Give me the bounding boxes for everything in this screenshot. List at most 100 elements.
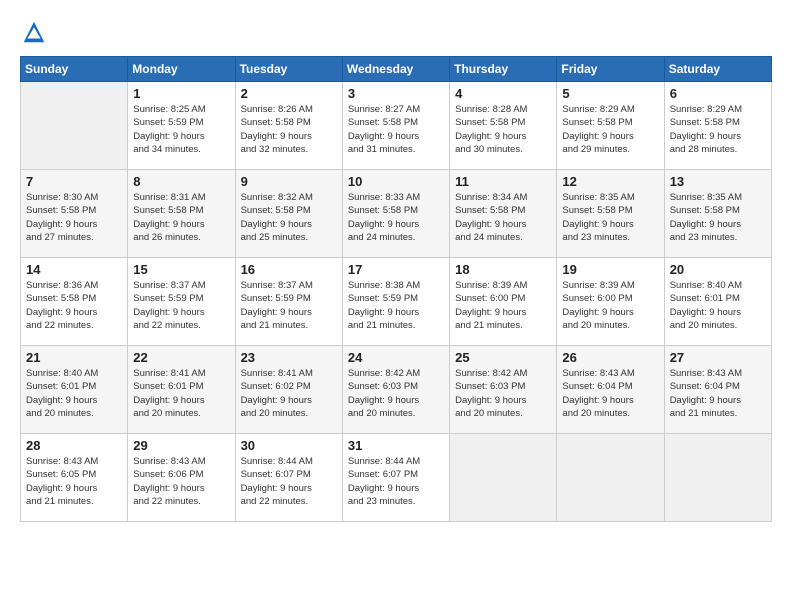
day-info: Sunrise: 8:43 AM Sunset: 6:05 PM Dayligh… [26, 455, 122, 508]
calendar-cell: 8 Sunrise: 8:31 AM Sunset: 5:58 PM Daylig… [128, 170, 235, 258]
day-number: 10 [348, 174, 444, 189]
day-number: 27 [670, 350, 766, 365]
calendar-cell: 31Sunrise: 8:44 AM Sunset: 6:07 PM Dayli… [342, 434, 449, 522]
day-number: 2 [241, 86, 337, 101]
calendar-cell: 7 Sunrise: 8:30 AM Sunset: 5:58 PM Daylig… [21, 170, 128, 258]
day-info: Sunrise: 8:43 AM Sunset: 6:06 PM Dayligh… [133, 455, 229, 508]
day-info: Sunrise: 8:27 AM Sunset: 5:58 PM Dayligh… [348, 103, 444, 156]
calendar-week-5: 28 Sunrise: 8:43 AM Sunset: 6:05 PM Dayli… [21, 434, 772, 522]
header [20, 18, 772, 46]
day-info: Sunrise: 8:25 AM Sunset: 5:59 PM Dayligh… [133, 103, 229, 156]
calendar-cell: 15 Sunrise: 8:37 AM Sunset: 5:59 PM Dayli… [128, 258, 235, 346]
calendar-cell [450, 434, 557, 522]
day-number: 15 [133, 262, 229, 277]
calendar-cell: 3 Sunrise: 8:27 AM Sunset: 5:58 PM Daylig… [342, 82, 449, 170]
weekday-header-thursday: Thursday [450, 57, 557, 82]
day-info: Sunrise: 8:37 AM Sunset: 5:59 PM Dayligh… [241, 279, 337, 332]
calendar-cell: 14Sunrise: 8:36 AM Sunset: 5:58 PM Dayli… [21, 258, 128, 346]
day-number: 5 [562, 86, 658, 101]
calendar-cell: 6 Sunrise: 8:29 AM Sunset: 5:58 PM Daylig… [664, 82, 771, 170]
day-info: Sunrise: 8:40 AM Sunset: 6:01 PM Dayligh… [26, 367, 122, 420]
day-number: 28 [26, 438, 122, 453]
calendar-cell: 26 Sunrise: 8:43 AM Sunset: 6:04 PM Dayli… [557, 346, 664, 434]
calendar-cell: 27 Sunrise: 8:43 AM Sunset: 6:04 PM Dayli… [664, 346, 771, 434]
day-number: 1 [133, 86, 229, 101]
day-info: Sunrise: 8:26 AM Sunset: 5:58 PM Dayligh… [241, 103, 337, 156]
weekday-header-saturday: Saturday [664, 57, 771, 82]
day-number: 26 [562, 350, 658, 365]
calendar-week-1: 1 Sunrise: 8:25 AM Sunset: 5:59 PM Daylig… [21, 82, 772, 170]
calendar-cell [557, 434, 664, 522]
day-info: Sunrise: 8:33 AM Sunset: 5:58 PM Dayligh… [348, 191, 444, 244]
calendar-cell: 17 Sunrise: 8:38 AM Sunset: 5:59 PM Dayli… [342, 258, 449, 346]
calendar-cell: 23Sunrise: 8:41 AM Sunset: 6:02 PM Dayli… [235, 346, 342, 434]
calendar-week-2: 7 Sunrise: 8:30 AM Sunset: 5:58 PM Daylig… [21, 170, 772, 258]
day-number: 30 [241, 438, 337, 453]
day-number: 17 [348, 262, 444, 277]
day-info: Sunrise: 8:40 AM Sunset: 6:01 PM Dayligh… [670, 279, 766, 332]
day-number: 16 [241, 262, 337, 277]
calendar-cell: 25 Sunrise: 8:42 AM Sunset: 6:03 PM Dayli… [450, 346, 557, 434]
day-info: Sunrise: 8:31 AM Sunset: 5:58 PM Dayligh… [133, 191, 229, 244]
day-info: Sunrise: 8:28 AM Sunset: 5:58 PM Dayligh… [455, 103, 551, 156]
day-info: Sunrise: 8:38 AM Sunset: 5:59 PM Dayligh… [348, 279, 444, 332]
weekday-header-tuesday: Tuesday [235, 57, 342, 82]
day-info: Sunrise: 8:29 AM Sunset: 5:58 PM Dayligh… [562, 103, 658, 156]
weekday-header-row: SundayMondayTuesdayWednesdayThursdayFrid… [21, 57, 772, 82]
calendar-cell: 22Sunrise: 8:41 AM Sunset: 6:01 PM Dayli… [128, 346, 235, 434]
day-number: 18 [455, 262, 551, 277]
day-number: 8 [133, 174, 229, 189]
calendar-cell: 30 Sunrise: 8:44 AM Sunset: 6:07 PM Dayli… [235, 434, 342, 522]
calendar-cell: 4 Sunrise: 8:28 AM Sunset: 5:58 PM Daylig… [450, 82, 557, 170]
day-info: Sunrise: 8:35 AM Sunset: 5:58 PM Dayligh… [562, 191, 658, 244]
calendar-cell: 12 Sunrise: 8:35 AM Sunset: 5:58 PM Dayli… [557, 170, 664, 258]
calendar-cell: 9Sunrise: 8:32 AM Sunset: 5:58 PM Daylig… [235, 170, 342, 258]
day-number: 3 [348, 86, 444, 101]
calendar-cell [664, 434, 771, 522]
day-number: 25 [455, 350, 551, 365]
day-info: Sunrise: 8:42 AM Sunset: 6:03 PM Dayligh… [348, 367, 444, 420]
calendar-cell: 13 Sunrise: 8:35 AM Sunset: 5:58 PM Dayli… [664, 170, 771, 258]
day-info: Sunrise: 8:35 AM Sunset: 5:58 PM Dayligh… [670, 191, 766, 244]
weekday-header-monday: Monday [128, 57, 235, 82]
day-number: 4 [455, 86, 551, 101]
calendar-cell: 16 Sunrise: 8:37 AM Sunset: 5:59 PM Dayli… [235, 258, 342, 346]
day-number: 12 [562, 174, 658, 189]
weekday-header-friday: Friday [557, 57, 664, 82]
day-number: 31 [348, 438, 444, 453]
day-info: Sunrise: 8:30 AM Sunset: 5:58 PM Dayligh… [26, 191, 122, 244]
calendar-week-4: 21 Sunrise: 8:40 AM Sunset: 6:01 PM Dayli… [21, 346, 772, 434]
day-info: Sunrise: 8:42 AM Sunset: 6:03 PM Dayligh… [455, 367, 551, 420]
calendar-cell: 28 Sunrise: 8:43 AM Sunset: 6:05 PM Dayli… [21, 434, 128, 522]
day-info: Sunrise: 8:34 AM Sunset: 5:58 PM Dayligh… [455, 191, 551, 244]
day-number: 13 [670, 174, 766, 189]
calendar-cell [21, 82, 128, 170]
day-number: 7 [26, 174, 122, 189]
day-info: Sunrise: 8:39 AM Sunset: 6:00 PM Dayligh… [455, 279, 551, 332]
calendar-cell: 19 Sunrise: 8:39 AM Sunset: 6:00 PM Dayli… [557, 258, 664, 346]
calendar-cell: 11Sunrise: 8:34 AM Sunset: 5:58 PM Dayli… [450, 170, 557, 258]
page: SundayMondayTuesdayWednesdayThursdayFrid… [0, 0, 792, 612]
day-info: Sunrise: 8:44 AM Sunset: 6:07 PM Dayligh… [241, 455, 337, 508]
day-info: Sunrise: 8:37 AM Sunset: 5:59 PM Dayligh… [133, 279, 229, 332]
day-info: Sunrise: 8:39 AM Sunset: 6:00 PM Dayligh… [562, 279, 658, 332]
calendar-cell: 5 Sunrise: 8:29 AM Sunset: 5:58 PM Daylig… [557, 82, 664, 170]
day-number: 29 [133, 438, 229, 453]
day-number: 19 [562, 262, 658, 277]
day-info: Sunrise: 8:41 AM Sunset: 6:01 PM Dayligh… [133, 367, 229, 420]
calendar-cell: 10 Sunrise: 8:33 AM Sunset: 5:58 PM Dayli… [342, 170, 449, 258]
day-number: 21 [26, 350, 122, 365]
calendar-table: SundayMondayTuesdayWednesdayThursdayFrid… [20, 56, 772, 522]
day-info: Sunrise: 8:29 AM Sunset: 5:58 PM Dayligh… [670, 103, 766, 156]
calendar-week-3: 14Sunrise: 8:36 AM Sunset: 5:58 PM Dayli… [21, 258, 772, 346]
day-info: Sunrise: 8:43 AM Sunset: 6:04 PM Dayligh… [670, 367, 766, 420]
weekday-header-sunday: Sunday [21, 57, 128, 82]
day-info: Sunrise: 8:43 AM Sunset: 6:04 PM Dayligh… [562, 367, 658, 420]
day-number: 14 [26, 262, 122, 277]
calendar-cell: 20Sunrise: 8:40 AM Sunset: 6:01 PM Dayli… [664, 258, 771, 346]
logo [20, 18, 52, 46]
calendar-cell: 2 Sunrise: 8:26 AM Sunset: 5:58 PM Daylig… [235, 82, 342, 170]
calendar-cell: 29 Sunrise: 8:43 AM Sunset: 6:06 PM Dayli… [128, 434, 235, 522]
day-info: Sunrise: 8:41 AM Sunset: 6:02 PM Dayligh… [241, 367, 337, 420]
day-number: 6 [670, 86, 766, 101]
